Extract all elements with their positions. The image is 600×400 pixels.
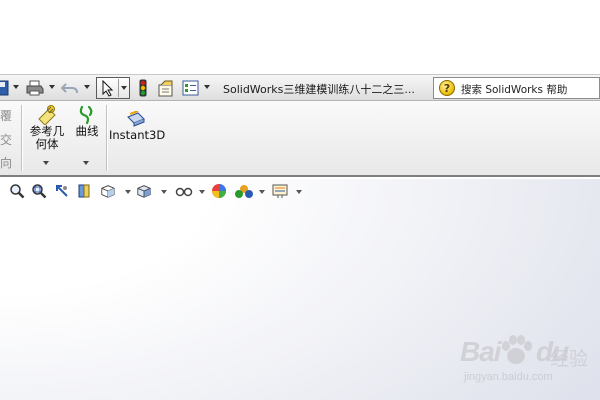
watermark-cn: 经验 bbox=[550, 348, 589, 370]
watermark-brand: Bai du bbox=[460, 336, 569, 367]
undo-dropdown-arrow[interactable] bbox=[84, 85, 90, 89]
save-dropdown-arrow[interactable] bbox=[13, 85, 19, 89]
top-blank-area bbox=[0, 0, 600, 74]
reference-geometry-dropdown-arrow[interactable] bbox=[43, 161, 49, 165]
edit-appearance-icon[interactable] bbox=[211, 183, 227, 199]
apply-scene-dropdown-arrow[interactable] bbox=[259, 190, 265, 194]
document-title: SolidWorks三维建模训练八十二之三... bbox=[223, 83, 415, 96]
ribbon-separator bbox=[21, 105, 22, 171]
save-icon[interactable] bbox=[0, 78, 10, 98]
paw-logo-icon bbox=[502, 335, 532, 364]
curves-button[interactable]: 曲线 bbox=[72, 105, 102, 165]
previous-view-icon[interactable] bbox=[54, 183, 70, 199]
file-properties-icon[interactable] bbox=[156, 78, 176, 98]
instant3d-icon bbox=[127, 111, 145, 127]
title-bar: SolidWorks三维建模训练八十二之三... ? 搜索 SolidWorks… bbox=[0, 74, 600, 101]
partial-label-1: 覆 bbox=[0, 109, 13, 123]
hide-show-items-dropdown-arrow[interactable] bbox=[199, 190, 205, 194]
partial-label-3: 向 bbox=[0, 156, 13, 170]
help-search-placeholder: 搜索 SolidWorks 帮助 bbox=[461, 84, 568, 96]
hide-show-items-icon[interactable] bbox=[174, 183, 194, 199]
display-style-dropdown-arrow[interactable] bbox=[161, 190, 167, 194]
partial-label-2: 交 bbox=[0, 133, 13, 147]
options-icon[interactable] bbox=[180, 78, 200, 98]
display-style-icon[interactable] bbox=[136, 183, 152, 199]
print-dropdown-arrow[interactable] bbox=[49, 85, 55, 89]
instant3d-label: Instant3D bbox=[109, 128, 166, 142]
help-question-icon: ? bbox=[439, 80, 455, 96]
reference-geometry-label-line2: 何体 bbox=[35, 137, 59, 151]
cursor-arrow-icon bbox=[102, 80, 114, 97]
watermark-url: jingyan.baidu.com bbox=[464, 371, 553, 383]
reference-geometry-button[interactable]: 参考几 何体 bbox=[26, 105, 68, 165]
apply-scene-icon[interactable] bbox=[234, 183, 254, 199]
curves-label: 曲线 bbox=[75, 124, 99, 138]
options-dropdown-arrow[interactable] bbox=[204, 85, 210, 89]
view-settings-dropdown-arrow[interactable] bbox=[296, 190, 302, 194]
view-toolbar bbox=[0, 180, 310, 202]
zoom-to-area-icon[interactable] bbox=[31, 183, 47, 199]
view-orientation-icon[interactable] bbox=[100, 183, 116, 199]
curves-icon bbox=[79, 105, 93, 125]
undo-icon[interactable] bbox=[60, 78, 80, 98]
select-dropdown-arrow[interactable] bbox=[121, 86, 127, 90]
ribbon-separator bbox=[106, 105, 107, 171]
baidu-jingyan-watermark: Bai du 经验 jingyan.baidu.com bbox=[446, 330, 596, 390]
view-orientation-dropdown-arrow[interactable] bbox=[125, 190, 131, 194]
curves-dropdown-arrow[interactable] bbox=[83, 161, 89, 165]
reference-geometry-icon bbox=[38, 105, 56, 125]
help-search-input[interactable]: ? 搜索 SolidWorks 帮助 bbox=[433, 77, 600, 99]
view-settings-icon[interactable] bbox=[271, 183, 291, 199]
section-view-icon[interactable] bbox=[77, 183, 93, 199]
instant3d-button[interactable]: Instant3D bbox=[109, 111, 166, 151]
print-icon[interactable] bbox=[25, 78, 45, 98]
zoom-to-fit-icon[interactable] bbox=[9, 183, 25, 199]
select-button[interactable] bbox=[96, 77, 130, 99]
rebuild-traffic-light-icon[interactable] bbox=[136, 78, 150, 98]
command-ribbon: 覆 交 向 参考几 何体 曲线 Instant3D bbox=[0, 101, 600, 177]
